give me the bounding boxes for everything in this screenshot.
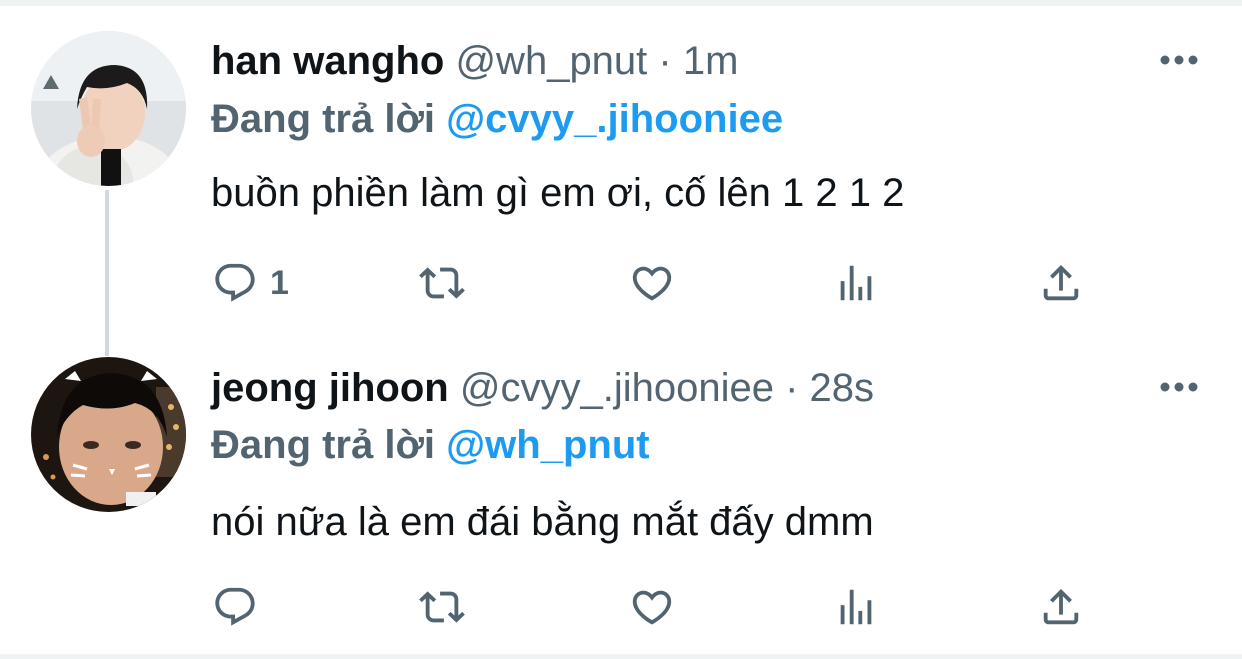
retweet-button[interactable]	[413, 259, 471, 307]
more-icon[interactable]	[1158, 380, 1200, 394]
views-button[interactable]	[833, 583, 879, 631]
reply-icon	[215, 263, 255, 302]
views-button[interactable]	[833, 259, 879, 307]
share-button[interactable]	[1038, 259, 1084, 307]
retweet-icon	[419, 591, 465, 623]
views-icon	[840, 265, 872, 301]
retweet-button[interactable]	[413, 583, 471, 631]
separator-dot: ·	[658, 39, 672, 83]
like-button[interactable]	[627, 583, 677, 631]
like-icon	[632, 266, 672, 301]
replying-to: Đang trả lời @wh_pnut	[211, 420, 650, 470]
retweet-icon	[419, 267, 465, 299]
separator-dot: ·	[785, 366, 799, 410]
user-handle[interactable]: @wh_pnut	[455, 39, 647, 83]
replying-to-handle[interactable]: @wh_pnut	[446, 423, 649, 467]
share-icon	[1043, 264, 1079, 301]
views-icon	[840, 589, 872, 625]
share-icon	[1043, 588, 1079, 625]
reply-count: 1	[270, 263, 289, 302]
user-handle[interactable]: @cvyy_.jihooniee	[460, 366, 774, 410]
replying-to-label: Đang trả lời	[211, 97, 436, 141]
reply-button[interactable]: 1	[212, 259, 289, 307]
reply-icon	[215, 587, 255, 626]
tweet-header: han wangho @wh_pnut · 1m	[211, 36, 738, 86]
timestamp[interactable]: 1m	[683, 39, 739, 83]
tweet-header: jeong jihoon @cvyy_.jihooniee · 28s	[211, 363, 874, 413]
tweet-text: nói nữa là em đái bằng mắt đấy dmm	[211, 500, 874, 544]
bottom-divider	[0, 654, 1242, 659]
display-name[interactable]: han wangho	[211, 39, 444, 83]
tweet[interactable]: han wangho @wh_pnut · 1m Đang trả lời @c…	[0, 0, 1242, 340]
replying-to: Đang trả lời @cvyy_.jihooniee	[211, 94, 783, 144]
more-icon[interactable]	[1158, 53, 1200, 67]
replying-to-label: Đang trả lời	[211, 423, 436, 467]
avatar[interactable]	[31, 31, 186, 186]
tweet-text: buồn phiền làm gì em ơi, cố lên 1 2 1 2	[211, 171, 905, 215]
timestamp[interactable]: 28s	[810, 366, 875, 410]
avatar[interactable]	[31, 357, 186, 512]
replying-to-handle[interactable]: @cvyy_.jihooniee	[446, 97, 783, 141]
display-name[interactable]: jeong jihoon	[211, 366, 449, 410]
like-icon	[632, 590, 672, 625]
reply-button[interactable]	[212, 583, 270, 631]
tweet[interactable]: jeong jihoon @cvyy_.jihooniee · 28s Đang…	[0, 340, 1242, 654]
like-button[interactable]	[627, 259, 677, 307]
share-button[interactable]	[1038, 583, 1084, 631]
